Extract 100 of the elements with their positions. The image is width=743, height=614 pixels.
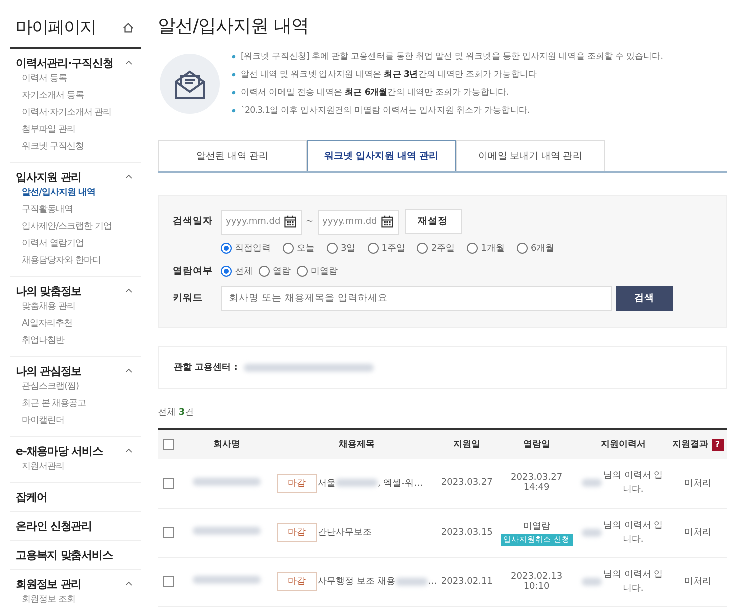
radio-button[interactable] (283, 243, 294, 254)
radio-button[interactable] (467, 243, 478, 254)
tab[interactable]: 워크넷 입사지원 내역 관리 (307, 140, 456, 171)
table-cell-text: 2023.02.13 (510, 572, 564, 582)
redacted-text (193, 478, 261, 486)
job-title-link[interactable]: 서울 (318, 476, 336, 490)
table-cell: 미처리 (669, 459, 727, 508)
table-cell: 2023.03.15 (438, 508, 496, 557)
column-header: 지원일 (438, 429, 496, 459)
menu-group[interactable]: 온라인 신청관리 (16, 518, 92, 534)
menu-group[interactable]: 잡케어 (16, 490, 48, 504)
home-icon[interactable] (122, 21, 135, 34)
resume-link[interactable]: 님의 이력서 입니다. (602, 518, 664, 546)
notice-text: [워크넷 구직신청] 후에 관할 고용센터를 통한 취업 알선 및 워크넷을 통한 입사지원 내역을 조회할 수 있습니다. (241, 51, 664, 63)
sidebar-item[interactable]: 이력서·자기소개서 관리 (16, 105, 141, 122)
row-checkbox[interactable] (162, 576, 174, 587)
menu-group[interactable]: 나의 맞춤정보 (16, 284, 82, 298)
menu-group[interactable]: 이력서관리·구직신청 (16, 56, 114, 70)
resume-link[interactable]: 님의 이력서 입니다. (602, 568, 664, 596)
radio-button[interactable] (516, 243, 528, 254)
bullet-icon (232, 109, 236, 113)
redacted-text (582, 578, 602, 586)
radio-option[interactable]: 6개월 (516, 242, 555, 255)
sidebar-item[interactable]: 관심스크랩(찜) (16, 379, 141, 396)
menu-group[interactable]: 입사지원 관리 (16, 170, 82, 184)
reset-button[interactable]: 재설정 (404, 209, 462, 234)
sidebar-item[interactable]: 구직활동내역 (16, 202, 141, 219)
radio-option[interactable]: 1주일 (368, 242, 406, 255)
sidebar-item[interactable]: 취업나침반 (16, 333, 141, 350)
job-title-link[interactable]: 간단사무보조 (318, 526, 372, 539)
job-title-link[interactable]: 사무행정 보조 채용 (318, 575, 396, 588)
resume-link[interactable]: 님의 이력서 입니다. (602, 469, 664, 498)
radio-option[interactable]: 오늘 (283, 242, 315, 255)
table-cell-text: 10:10 (522, 582, 551, 592)
radio-option[interactable]: 3일 (327, 242, 356, 255)
status-tag: 마감 (277, 474, 317, 493)
job-title-link[interactable]: , 엑셀-워… (378, 476, 423, 490)
menu-group[interactable]: 회원정보 관리 (16, 576, 82, 592)
select-all-checkbox[interactable] (162, 439, 174, 450)
sidebar-item[interactable]: 입사제안/스크랩한 기업 (16, 219, 141, 236)
radio-label: 2주일 (431, 243, 456, 255)
sidebar-item[interactable]: 회원정보 조회 (16, 592, 141, 609)
sidebar-item[interactable]: 첨부파일 관리 (16, 122, 141, 139)
redacted-text (396, 578, 428, 586)
radio-option[interactable]: 전체 (221, 265, 253, 278)
radio-label: 열람 (273, 266, 291, 278)
menu-group[interactable]: e-채용마당 서비스 (16, 444, 103, 458)
bullet-icon (232, 73, 236, 77)
radio-label: 미열람 (311, 266, 338, 278)
table-cell: 2023.03.27 (438, 459, 496, 508)
radio-option[interactable]: 열람 (259, 265, 291, 278)
radio-button[interactable] (221, 266, 232, 277)
sidebar-item[interactable]: 이력서 등록 (16, 71, 141, 88)
caret-up-icon (125, 60, 133, 66)
date-field[interactable]: yyyy.mm.dd (318, 210, 399, 234)
redacted-text (582, 479, 602, 488)
keyword-field[interactable]: 회사명 또는 채용제목을 입력하세요 (221, 286, 612, 311)
sidebar-item[interactable]: 마이캘린더 (16, 413, 141, 430)
sidebar-item[interactable]: 알선/입사지원 내역 (16, 185, 141, 202)
tab[interactable]: 이메일 보내기 내역 관리 (456, 140, 605, 171)
menu-group[interactable]: 고용복지 맞춤서비스 (16, 548, 113, 562)
sidebar-item[interactable]: 워크넷 구직신청 (16, 139, 141, 156)
sidebar-item[interactable]: 최근 본 채용공고 (16, 396, 141, 413)
radio-label: 1주일 (382, 243, 406, 255)
radio-label: 전체 (235, 266, 253, 278)
date-field[interactable]: yyyy.mm.dd (221, 210, 302, 234)
redacted-text (582, 528, 602, 536)
job-title-link[interactable]: … (428, 576, 437, 586)
sidebar-item[interactable]: 자기소개서 등록 (16, 88, 141, 105)
envelope-icon (160, 54, 220, 114)
menu-group[interactable]: 나의 관심정보 (16, 364, 82, 378)
radio-button[interactable] (368, 243, 379, 254)
radio-option[interactable]: 2주일 (417, 242, 456, 255)
sidebar-item[interactable]: 맞춤채용 관리 (16, 299, 141, 316)
radio-option[interactable]: 직접입력 (221, 242, 271, 255)
bullet-icon (232, 55, 236, 59)
radio-button[interactable] (259, 266, 270, 277)
notice-text: 알선 내역 및 워크넷 입사지원 내역은 최근 3년간의 내역만 조회가 가능합니다 (241, 69, 538, 81)
table-cell: 2023.02.11 (438, 557, 496, 606)
row-checkbox[interactable] (162, 527, 174, 538)
center-label: 관할 고용센터 : (174, 362, 238, 374)
radio-option[interactable]: 1개월 (467, 242, 505, 255)
radio-button[interactable] (417, 243, 428, 254)
radio-button[interactable] (297, 266, 308, 277)
sidebar-item[interactable]: AI일자리추천 (16, 316, 141, 333)
caret-up-icon (125, 448, 133, 454)
sidebar-item[interactable]: 지원서관리 (16, 459, 141, 476)
result-count: 전체 3건 (158, 407, 196, 419)
sidebar-item[interactable]: 이력서 열람기업 (16, 236, 141, 253)
sidebar-item[interactable]: 채용담당자와 한마디 (16, 253, 141, 270)
search-button[interactable]: 검색 (616, 286, 673, 311)
table-cell: 미처리 (669, 557, 727, 606)
radio-option[interactable]: 미열람 (297, 265, 338, 278)
row-checkbox[interactable] (162, 478, 174, 489)
radio-button[interactable] (221, 243, 232, 254)
column-header: 열람일 (496, 429, 578, 459)
radio-button[interactable] (327, 243, 338, 254)
help-icon[interactable]: ? (712, 439, 724, 451)
calendar-icon (380, 215, 394, 228)
field-label: 열람여부 (173, 265, 214, 278)
